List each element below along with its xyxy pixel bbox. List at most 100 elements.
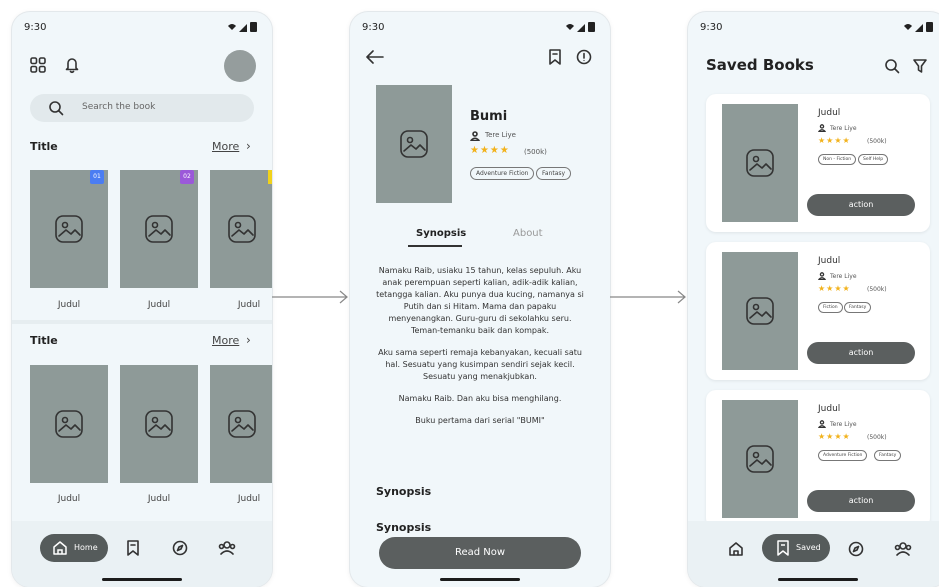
read-now-button[interactable]: Read Now xyxy=(379,537,581,569)
synopsis-text: Namaku Raib, usiaku 15 tahun, kelas sepu… xyxy=(376,265,584,437)
home-icon[interactable] xyxy=(728,541,744,557)
status-time: 9:30 xyxy=(362,22,385,33)
saved-book-card[interactable]: Judul Tere Liye ★★★★ (500k) Adventure Fi… xyxy=(706,390,930,528)
rating-stars: ★★★★ xyxy=(818,432,851,441)
tab-underline xyxy=(408,245,462,247)
filter-icon[interactable] xyxy=(912,58,928,74)
section-title: Title xyxy=(30,140,58,153)
rank-ribbon xyxy=(268,170,272,184)
community-icon[interactable] xyxy=(218,540,236,556)
bookmark-icon[interactable] xyxy=(548,49,562,65)
search-icon[interactable] xyxy=(884,58,900,74)
book-title: Judul xyxy=(818,108,841,118)
home-indicator xyxy=(440,578,520,581)
book-cover[interactable] xyxy=(30,365,108,483)
grid-menu-icon[interactable] xyxy=(30,57,46,73)
action-button[interactable]: action xyxy=(807,342,915,364)
genre-tag[interactable]: Fantasy xyxy=(874,450,902,461)
genre-tag[interactable]: Fantasy xyxy=(844,302,872,313)
search-input[interactable]: Search the book xyxy=(30,94,254,122)
book-author: Tere Liye xyxy=(485,131,516,139)
home-indicator xyxy=(778,578,858,581)
nav-home[interactable]: Home xyxy=(40,534,108,562)
signal-battery-icon xyxy=(228,22,257,32)
action-button[interactable]: action xyxy=(807,194,915,216)
chevron-right-icon[interactable]: › xyxy=(246,333,251,347)
book-author: Tere Liye xyxy=(830,421,857,428)
genre-tag[interactable]: Non - Fiction xyxy=(818,154,857,165)
book-cover xyxy=(376,85,452,203)
book-title: Judul xyxy=(57,300,81,310)
book-cover[interactable] xyxy=(210,365,272,483)
section-title: Title xyxy=(30,334,58,347)
synopsis-paragraph: Namaku Raib. Dan aku bisa menghilang. xyxy=(398,394,562,403)
back-arrow-icon[interactable] xyxy=(366,50,384,64)
book-cover xyxy=(722,252,798,370)
image-placeholder-icon xyxy=(746,445,774,473)
status-time: 9:30 xyxy=(24,22,47,33)
synopsis-paragraph: Namaku Raib, usiaku 15 tahun, kelas sepu… xyxy=(376,266,584,335)
image-placeholder-icon xyxy=(746,149,774,177)
genre-tag[interactable]: Adventure Fiction xyxy=(470,167,535,180)
book-author: Tere Liye xyxy=(830,125,857,132)
book-cover[interactable]: 02 xyxy=(120,170,198,288)
info-icon[interactable] xyxy=(576,49,592,65)
genre-tag[interactable]: Adventure Fiction xyxy=(818,450,868,461)
book-author: Tere Liye xyxy=(830,273,857,280)
image-placeholder-icon xyxy=(400,130,428,158)
flow-arrow-icon xyxy=(610,290,686,304)
action-button[interactable]: action xyxy=(807,490,915,512)
section-heading: Synopsis xyxy=(376,521,432,534)
search-icon xyxy=(49,101,64,116)
book-cover[interactable] xyxy=(120,365,198,483)
genre-tag[interactable]: Self Help xyxy=(858,154,889,165)
person-icon xyxy=(818,124,826,132)
divider xyxy=(12,320,272,324)
saved-screen: 9:30 Saved Books Judul Tere Liye ★★★★ (5… xyxy=(688,12,939,587)
saved-book-card[interactable]: Judul Tere Liye ★★★★ (500k) Fiction Fant… xyxy=(706,242,930,380)
signal-battery-icon xyxy=(566,22,595,32)
compass-icon[interactable] xyxy=(172,540,188,556)
person-icon xyxy=(818,272,826,280)
rating-count: (500k) xyxy=(524,148,547,156)
tab-synopsis[interactable]: Synopsis xyxy=(416,228,466,239)
detail-screen: 9:30 Bumi Tere Liye ★★★★ (500k) Adventur… xyxy=(350,12,610,587)
rating-count: (500k) xyxy=(867,138,887,145)
book-title: Judul xyxy=(147,300,171,310)
tab-about[interactable]: About xyxy=(513,228,543,239)
bookmark-icon xyxy=(777,540,789,556)
more-link[interactable]: More xyxy=(212,334,239,347)
more-link[interactable]: More xyxy=(212,140,239,153)
rating-stars: ★★★★ xyxy=(818,284,851,293)
bell-icon[interactable] xyxy=(64,56,80,74)
image-placeholder-icon xyxy=(55,215,83,243)
person-icon xyxy=(470,131,480,141)
saved-book-card[interactable]: Judul Tere Liye ★★★★ (500k) Non - Fictio… xyxy=(706,94,930,232)
rating-stars: ★★★★ xyxy=(470,145,510,156)
book-title: Judul xyxy=(818,256,841,266)
person-icon xyxy=(818,420,826,428)
rank-ribbon: 02 xyxy=(180,170,194,184)
chevron-right-icon[interactable]: › xyxy=(246,139,251,153)
book-cover[interactable]: 01 xyxy=(30,170,108,288)
nav-saved-label: Saved xyxy=(796,543,821,552)
home-icon xyxy=(53,541,67,555)
book-cover xyxy=(722,104,798,222)
home-indicator xyxy=(102,578,182,581)
genre-tag[interactable]: Fiction xyxy=(818,302,843,313)
book-cover[interactable] xyxy=(210,170,272,288)
nav-saved[interactable]: Saved xyxy=(762,534,830,562)
bookmark-icon[interactable] xyxy=(126,540,140,556)
flow-arrow-icon xyxy=(272,290,348,304)
book-title: Judul xyxy=(818,404,841,414)
signal-battery-icon xyxy=(904,22,933,32)
avatar[interactable] xyxy=(224,50,256,82)
book-title: Judul xyxy=(57,494,81,504)
compass-icon[interactable] xyxy=(848,541,864,557)
nav-home-label: Home xyxy=(74,543,98,552)
genre-tag[interactable]: Fantasy xyxy=(536,167,572,180)
synopsis-paragraph: Buku pertama dari serial "BUMI" xyxy=(415,416,545,425)
book-title: Judul xyxy=(147,494,171,504)
page-title: Saved Books xyxy=(706,56,814,74)
community-icon[interactable] xyxy=(894,541,912,557)
